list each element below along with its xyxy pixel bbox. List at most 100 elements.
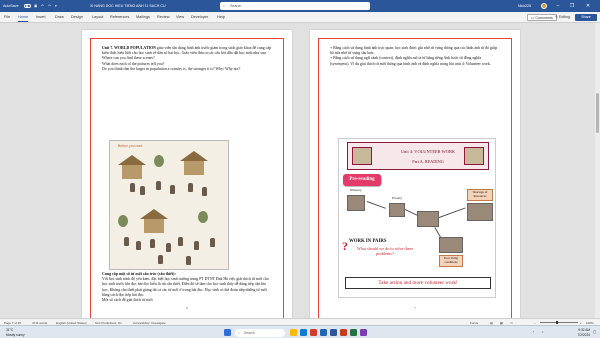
close-icon[interactable]: ✕ — [582, 0, 594, 12]
app-icon[interactable] — [360, 329, 367, 336]
village-photo — [417, 211, 439, 227]
vertical-scrollbar[interactable] — [595, 23, 600, 325]
population-illustration: Before you read — [109, 140, 229, 270]
tab-file[interactable]: File — [4, 15, 10, 20]
scroll-thumb[interactable] — [596, 93, 599, 133]
edge-icon[interactable] — [300, 329, 307, 336]
zoom-in-icon[interactable]: + — [580, 321, 582, 325]
document-title: XI NANG DOC HIEU TIENG ANH 11 SACH CU — [90, 4, 166, 8]
zoom-level[interactable]: 100% — [586, 321, 594, 325]
tab-layout[interactable]: Layout — [92, 15, 103, 20]
restore-icon[interactable]: ❐ — [566, 0, 578, 12]
unit-heading: Unit 7. WORLD POPULATION — [102, 46, 156, 50]
poverty-photo — [389, 203, 405, 217]
node-poor-living: Poor living conditions — [439, 255, 463, 267]
save-icon[interactable]: ▣ — [34, 3, 37, 9]
person-figure — [150, 239, 155, 248]
page-left[interactable]: Unit 7. WORLD POPULATION giáo viên tận d… — [82, 30, 292, 325]
person-figure — [178, 237, 183, 246]
word-count[interactable]: 4711 words — [32, 321, 47, 325]
network-icon[interactable]: ◔ — [532, 330, 534, 334]
minimize-icon[interactable]: – — [552, 0, 564, 12]
tab-insert[interactable]: Insert — [36, 15, 46, 20]
taskbar-search[interactable]: ⌕ Search — [235, 328, 285, 337]
person-figure — [156, 181, 161, 190]
read-mode-icon[interactable]: ▤ — [490, 321, 493, 325]
person-figure — [140, 186, 145, 195]
tree — [154, 155, 164, 167]
question-mark: ? — [342, 239, 348, 253]
print-layout-icon[interactable]: ▦ — [500, 321, 503, 325]
tab-help[interactable]: Help — [217, 15, 225, 20]
zalo-icon[interactable] — [320, 329, 327, 336]
powerpoint-icon[interactable] — [340, 329, 347, 336]
focus-button[interactable]: Focus — [470, 321, 478, 325]
person-figure — [188, 183, 193, 192]
person-figure — [166, 243, 171, 252]
person-figure — [136, 241, 141, 250]
page-right[interactable]: + Bằng cách sử dụng hình ảnh trực quan: … — [310, 30, 520, 325]
windows-start-icon[interactable] — [224, 329, 231, 336]
zoom-slider-handle[interactable] — [556, 321, 558, 324]
page-right-text[interactable]: + Bằng cách sử dụng hình ảnh trực quan: … — [330, 46, 500, 67]
word-icon[interactable] — [330, 329, 337, 336]
tab-references[interactable]: References — [110, 15, 129, 20]
search-box[interactable]: ⌕ Search — [220, 2, 370, 10]
zoom-out-icon[interactable]: − — [534, 321, 536, 325]
bullet-context: + Bằng cách sử dụng ngữ cảnh (context), … — [330, 56, 491, 66]
node-shortage: Shortage of Resources — [467, 189, 493, 201]
search-icon: ⌕ — [223, 4, 226, 8]
bullet-visual: + Bằng cách sử dụng hình ảnh trực quan: … — [330, 46, 497, 56]
page-counter[interactable]: Page 7 of 25 — [4, 321, 21, 325]
volume-icon[interactable]: ♪ — [542, 330, 544, 334]
node-poverty: Poverty — [392, 196, 402, 200]
tab-draw[interactable]: Draw — [55, 15, 64, 20]
ribbon-tabs: File Home Insert Draw Design Layout Refe… — [0, 12, 600, 23]
tab-home[interactable]: Home — [18, 15, 29, 22]
weather-widget[interactable]: 31°C Mostly sunny — [6, 328, 25, 337]
language-indicator[interactable]: English (United States) — [56, 321, 87, 325]
avatar[interactable] — [541, 3, 547, 9]
tree — [198, 211, 208, 223]
search-placeholder: Search — [230, 4, 242, 8]
illiteracy-photo — [347, 195, 365, 211]
document-canvas[interactable]: Unit 7. WORLD POPULATION giáo viên tận d… — [0, 23, 600, 325]
autosave-toggle[interactable] — [24, 3, 31, 8]
status-bar: Page 7 of 25 4711 words English (United … — [0, 318, 600, 325]
zoom-slider[interactable] — [540, 322, 578, 323]
pairs-question: What should we do to solve these problem… — [356, 246, 414, 256]
customize-toolbar-icon[interactable]: ▾ — [55, 3, 57, 9]
web-layout-icon[interactable]: ▭ — [510, 321, 513, 325]
tab-review[interactable]: Review — [157, 15, 169, 20]
person-figure — [124, 237, 129, 246]
tab-view[interactable]: View — [176, 15, 184, 20]
editing-mode-button[interactable]: ✎ Editing — [552, 14, 573, 21]
page-number: 7 — [414, 306, 416, 310]
text-predictions[interactable]: Text Predictions: On — [95, 321, 122, 325]
comments-label: Comments — [535, 16, 553, 20]
redo-icon[interactable]: ↷ — [48, 3, 51, 9]
lesson-slide: Unit 4: VOLUNTEER WORK Part A. READING P… — [338, 138, 496, 298]
person-figure — [186, 256, 191, 265]
page-left-text-lower[interactable]: Cung cấp một số từ mới cấu trúc (cấu thi… — [102, 272, 272, 303]
question-3: Do you think that the larger in populati… — [102, 66, 241, 71]
action-banner: Take action and more volunteer work! — [345, 277, 491, 289]
excel-icon[interactable] — [350, 329, 357, 336]
share-button[interactable]: Share — [575, 14, 597, 21]
prereading-badge: Pre-reading — [343, 174, 381, 186]
accessibility-status[interactable]: Accessibility: Investigate — [133, 321, 166, 325]
undo-icon[interactable]: ↶ — [41, 3, 44, 9]
person-figure — [170, 185, 175, 194]
tab-design[interactable]: Design — [71, 15, 83, 20]
notification-icon[interactable]: ▢ — [593, 330, 596, 334]
tab-mailings[interactable]: Mailings — [136, 15, 150, 20]
hut — [122, 165, 142, 179]
clock-date: 7/2/2024 — [577, 332, 590, 337]
system-clock[interactable]: 9:32 AM 7/2/2024 — [560, 328, 590, 337]
chrome-icon[interactable] — [310, 329, 317, 336]
page-left-text[interactable]: Unit 7. WORLD POPULATION giáo viên tận d… — [102, 46, 272, 72]
user-name[interactable]: Nick225 — [518, 3, 531, 9]
file-explorer-icon[interactable] — [290, 329, 297, 336]
tab-developer[interactable]: Developer — [191, 15, 208, 20]
title-bar: AutoSave ▣ ↶ ↷ ▾ XI NANG DOC HIEU TIENG … — [0, 0, 600, 12]
